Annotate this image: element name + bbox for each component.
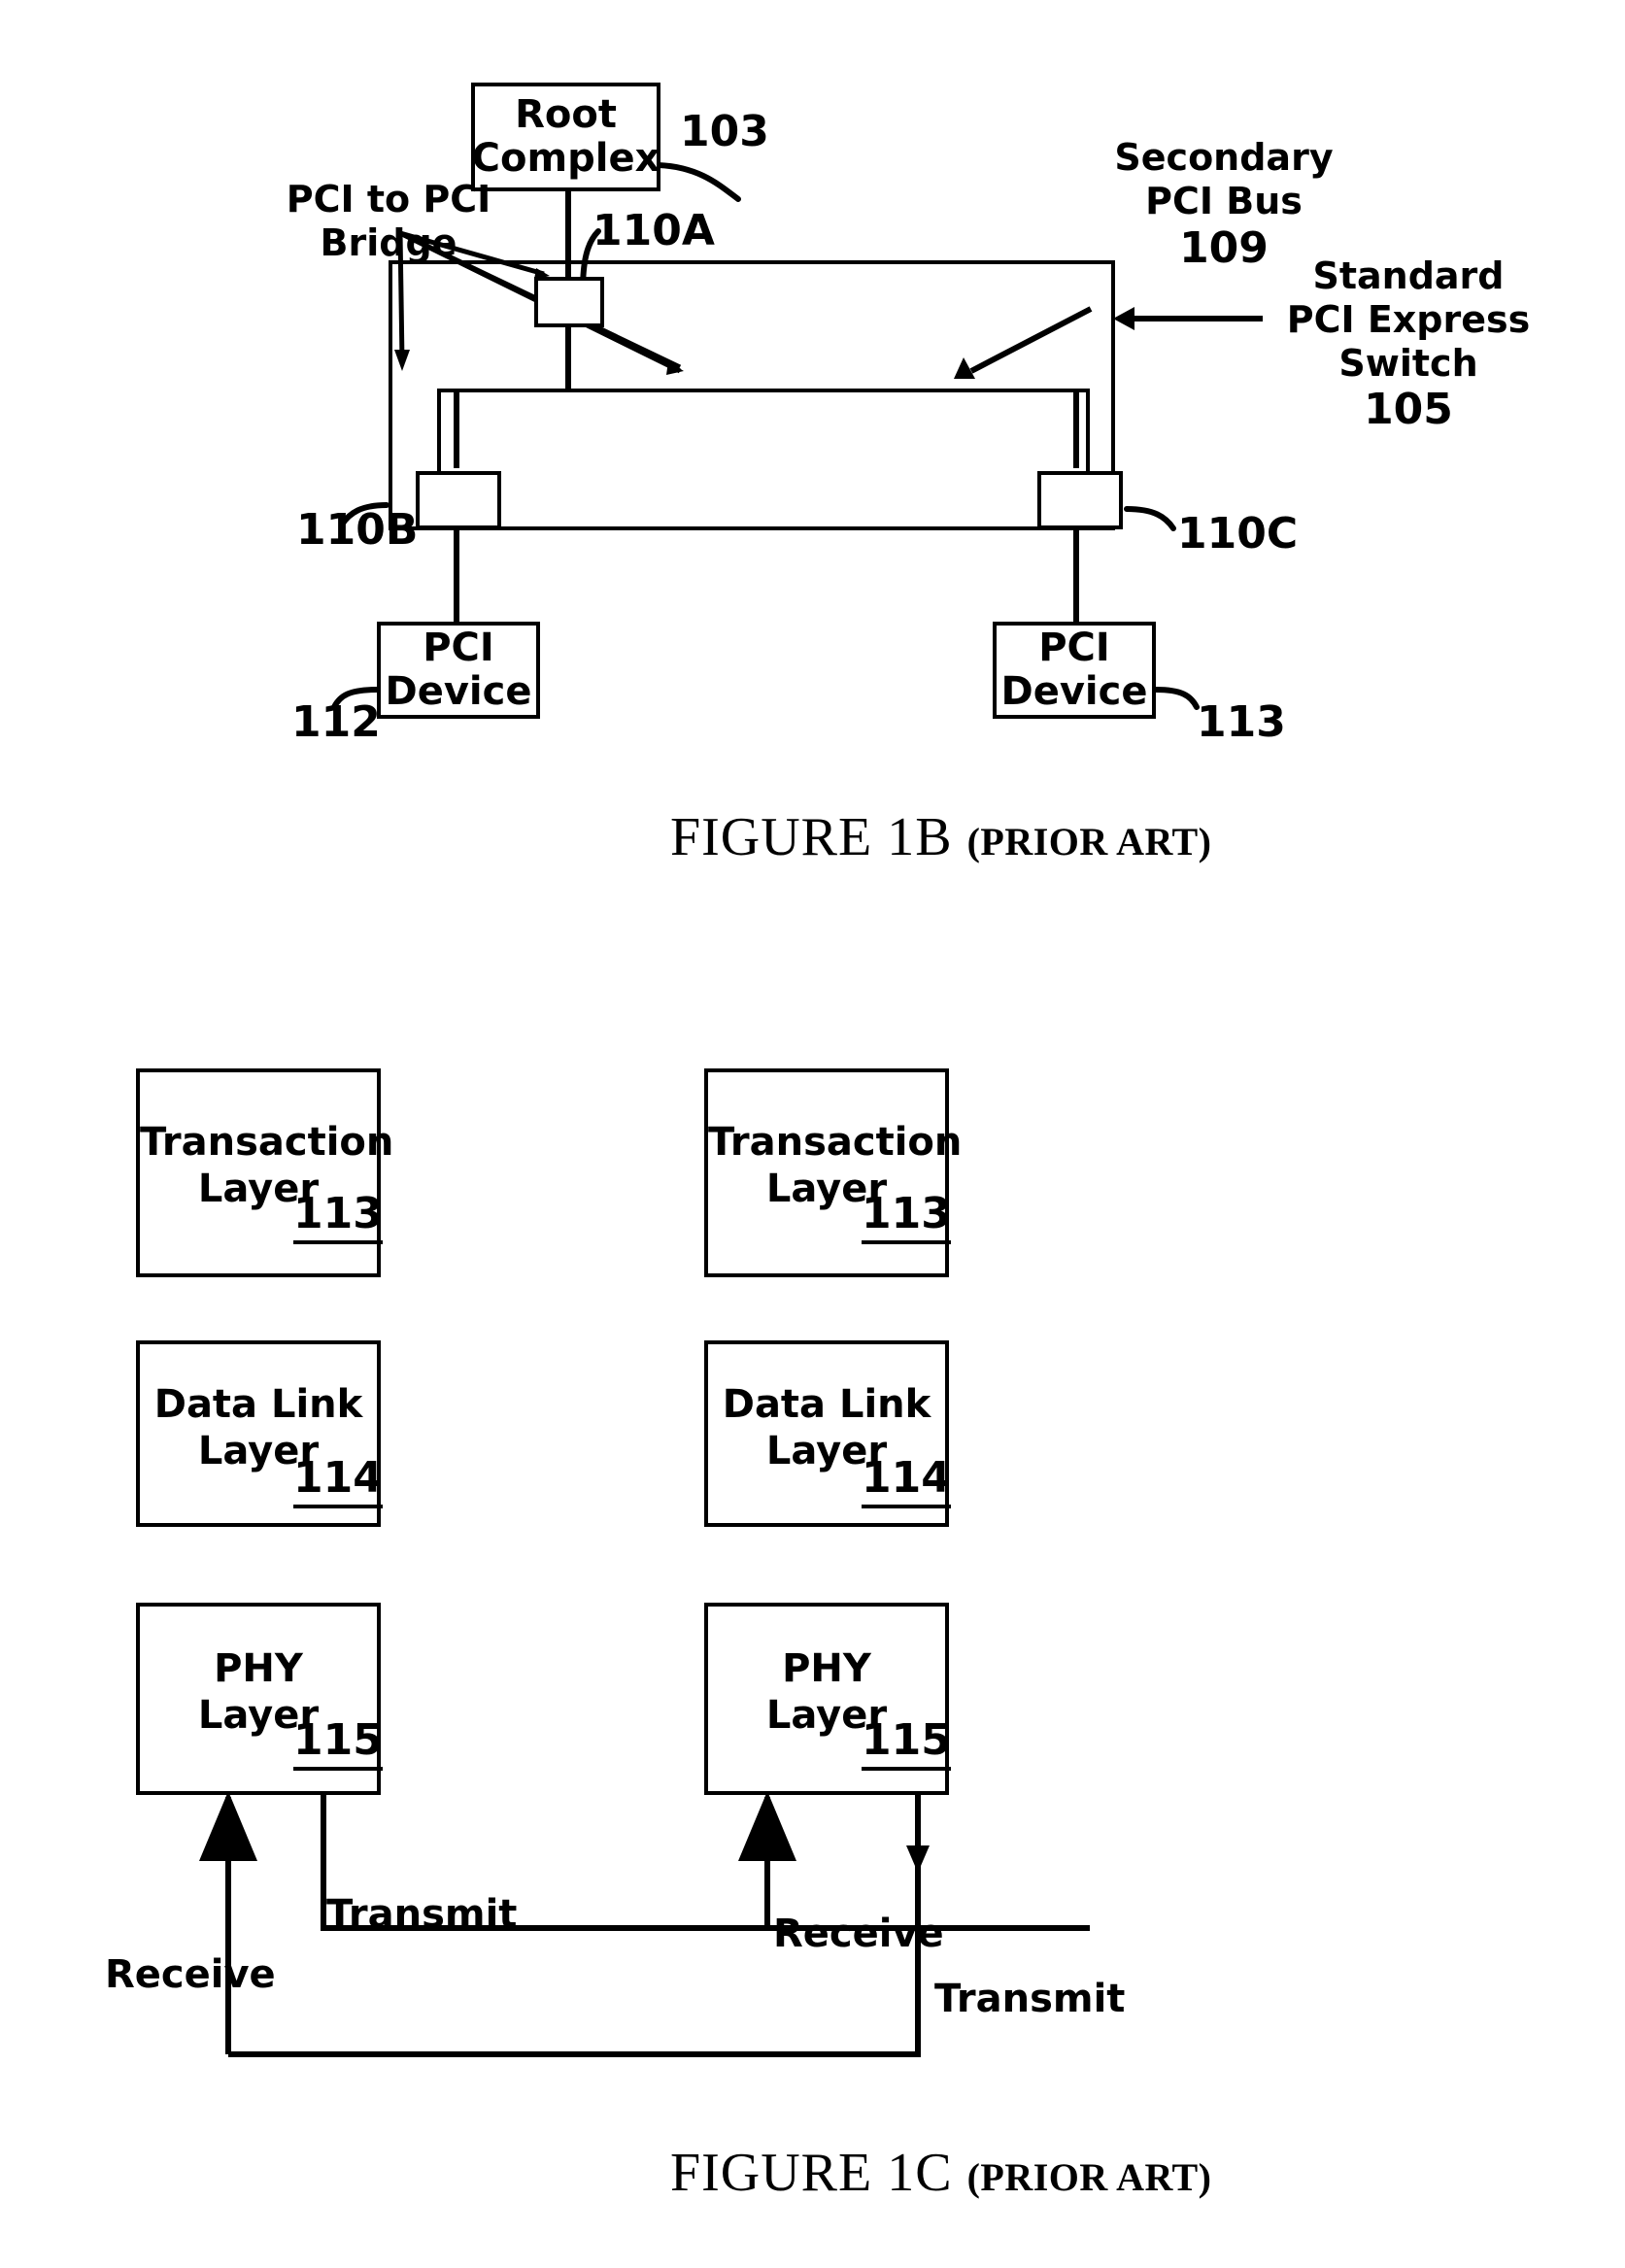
annotation-pci-to-pci-bridge: PCI to PCI Bridge [272,178,505,265]
right-receive-label: Receive [773,1912,944,1956]
figure-1c-caption-prior-art: (PRIOR ART) [966,2155,1212,2199]
left-datalink-line1: Data Link [153,1382,363,1427]
ref-113-device: 113 [1197,697,1286,747]
right-data-link-ref: 114 [862,1453,951,1508]
left-phy-layer-box: PHY Layer 115 [136,1603,383,1795]
left-data-link-layer-box: Data Link Layer 114 [136,1340,383,1527]
right-phy-line1: PHY [782,1646,871,1691]
left-data-link-ref: 114 [293,1453,383,1508]
upstream-port-110a [534,277,604,327]
left-receive-label: Receive [105,1952,276,1997]
leader-103 [656,162,741,202]
ref-103: 103 [680,107,769,156]
figure-1b-caption-main: FIGURE 1B [670,807,953,867]
annotation-standard-pci-express-switch: Standard PCI Express Switch 105 [1263,254,1554,435]
figure-1b-caption-prior-art: (PRIOR ART) [966,820,1212,863]
pci-device-113-label: PCI Device [1001,626,1148,714]
pci-device-113-line2: Device [1000,669,1148,714]
right-phy-ref: 115 [862,1715,951,1771]
figure-1b-caption: FIGURE 1B (PRIOR ART) [670,806,1211,868]
right-transaction-layer-box: Transaction Layer 113 [704,1068,962,1277]
figure-1c-caption: FIGURE 1C (PRIOR ART) [670,2142,1211,2204]
pci-device-box-113: PCI Device [993,622,1156,719]
secondary-line1: Secondary [1114,136,1334,179]
downstream-port-110b [416,471,501,529]
left-phy-line1: PHY [214,1646,303,1691]
leader-113-device [1153,687,1200,710]
ref-112: 112 [291,697,381,747]
left-phy-ref: 115 [293,1715,383,1771]
pci-device-112-label: PCI Device [386,626,532,714]
root-complex-box: Root Complex [471,83,660,191]
arrowhead-right-transmit [906,1845,930,1873]
left-transmit-label: Transmit [326,1892,518,1937]
left-transaction-line1: Transaction [140,1120,394,1165]
leader-110c [1124,506,1176,531]
arrowhead-switch [1113,307,1134,330]
ref-109: 109 [1179,222,1269,273]
root-complex-label: Root Complex [472,93,660,181]
bridge-line2: Bridge [320,220,457,264]
ref-105: 105 [1364,385,1453,435]
ref-110c: 110C [1177,509,1299,559]
figure-1c-caption-main: FIGURE 1C [670,2143,953,2203]
pci-device-box-112: PCI Device [377,622,540,719]
right-datalink-line1: Data Link [722,1382,931,1427]
ref-110a: 110A [592,206,715,255]
left-transaction-ref: 113 [293,1189,383,1244]
right-phy-layer-box: PHY Layer 115 [704,1603,951,1795]
secondary-line2: PCI Bus [1145,179,1303,222]
right-data-link-layer-box: Data Link Layer 114 [704,1340,951,1527]
annotation-secondary-pci-bus: Secondary PCI Bus 109 [1098,136,1350,274]
root-complex-line2: Complex [471,136,660,181]
downstream-port-110c [1037,471,1123,529]
pci-device-112-line1: PCI [423,626,494,671]
patent-figure-sheet: Root Complex 103 PCI to PCI Bridge Secon… [0,0,1625,2268]
switch-line1: Standard [1312,254,1505,297]
right-transaction-line1: Transaction [708,1120,963,1165]
switch-line2: PCI Express [1286,297,1531,341]
bridge-line1: PCI to PCI [286,178,491,220]
right-transmit-label: Transmit [934,1977,1126,2021]
pci-device-113-line1: PCI [1038,626,1110,671]
left-transaction-layer-box: Transaction Layer 113 [136,1068,393,1277]
right-transaction-ref: 113 [862,1189,951,1244]
secondary-pci-bus-rail [437,389,1090,530]
pci-device-112-line2: Device [385,669,532,714]
ref-110b: 110B [296,505,419,555]
root-complex-line1: Root [515,92,617,138]
switch-line3: Switch [1338,341,1478,385]
